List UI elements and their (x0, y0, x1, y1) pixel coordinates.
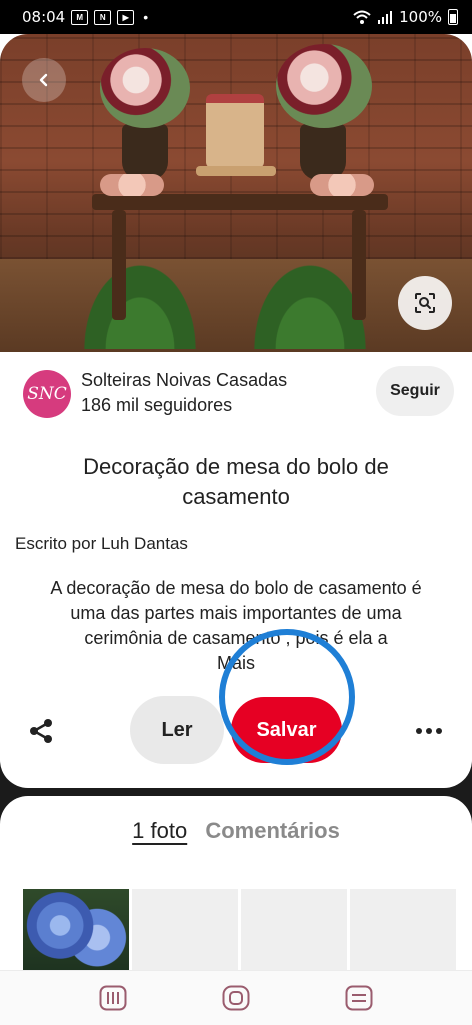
author-name[interactable]: Solteiras Noivas Casadas (81, 370, 287, 391)
notification-dot-icon: • (143, 9, 149, 25)
status-time: 08:04 (22, 8, 66, 26)
more-options-button[interactable] (408, 711, 450, 751)
pin-title: Decoração de mesa do bolo de casamento (83, 454, 389, 509)
follow-button[interactable]: Seguir (376, 366, 454, 416)
cake-stand (196, 166, 276, 176)
nic-icon: N (94, 9, 112, 25)
author-followers: 186 mil seguidores (81, 395, 233, 415)
photo-placeholder (132, 889, 238, 970)
visual-search-button[interactable] (398, 276, 452, 330)
more-horizontal-icon (416, 728, 422, 734)
share-button[interactable] (22, 711, 62, 751)
read-button[interactable]: Ler (130, 696, 224, 764)
more-link[interactable]: Mais (40, 651, 432, 676)
detail-tabs: 1 foto Comentários (0, 818, 472, 844)
wedding-cake (206, 94, 264, 168)
sweets-tray (310, 174, 374, 196)
flower-arrangement (100, 48, 190, 128)
system-navbar (0, 970, 472, 1025)
pin-card: SNC Solteiras Noivas Casadas 186 mil seg… (0, 34, 472, 788)
wifi-icon (353, 10, 371, 24)
flower-vase (300, 124, 346, 180)
chevron-left-icon (39, 73, 48, 87)
fern-plant (80, 259, 200, 349)
recent-apps-button[interactable] (98, 984, 128, 1012)
more-horizontal-icon (436, 728, 442, 734)
cake-table (92, 194, 388, 210)
photo-thumbnails (23, 889, 456, 970)
home-icon (222, 985, 250, 1011)
battery-icon (448, 9, 458, 25)
more-horizontal-icon (426, 728, 432, 734)
share-icon (30, 719, 52, 743)
table-leg (112, 210, 126, 320)
status-bar: 08:04 M N ▶ • 100% (0, 0, 472, 34)
battery-level: 100% (399, 8, 442, 26)
tab-photos[interactable]: 1 foto (132, 818, 187, 844)
author-row: SNC Solteiras Noivas Casadas 186 mil seg… (0, 364, 472, 424)
description-text: A decoração de mesa do bolo de casamento… (50, 578, 422, 648)
avatar[interactable]: SNC (23, 370, 71, 418)
photo-thumbnail[interactable] (23, 889, 129, 970)
pin-image[interactable] (0, 34, 472, 352)
home-button[interactable] (221, 984, 251, 1012)
flower-vase (122, 124, 168, 180)
signal-icon (378, 11, 393, 24)
recent-apps-icon (99, 985, 127, 1011)
gmail-icon: M (71, 9, 89, 25)
back-button[interactable] (22, 58, 66, 102)
back-nav-button[interactable] (344, 984, 374, 1012)
photo-placeholder (241, 889, 347, 970)
status-right: 100% (353, 0, 458, 34)
pin-description: A decoração de mesa do bolo de casamento… (40, 576, 432, 676)
visual-search-icon (415, 293, 435, 313)
flower-arrangement (276, 44, 372, 128)
photo-placeholder (350, 889, 456, 970)
pin-byline: Escrito por Luh Dantas (15, 534, 188, 553)
table-leg (352, 210, 366, 320)
tab-comments[interactable]: Comentários (205, 818, 339, 844)
back-nav-icon (345, 985, 373, 1011)
save-button[interactable]: Salvar (231, 697, 342, 763)
youtube-icon: ▶ (117, 9, 135, 25)
sweets-tray (100, 174, 164, 196)
details-sheet: 1 foto Comentários (0, 796, 472, 970)
